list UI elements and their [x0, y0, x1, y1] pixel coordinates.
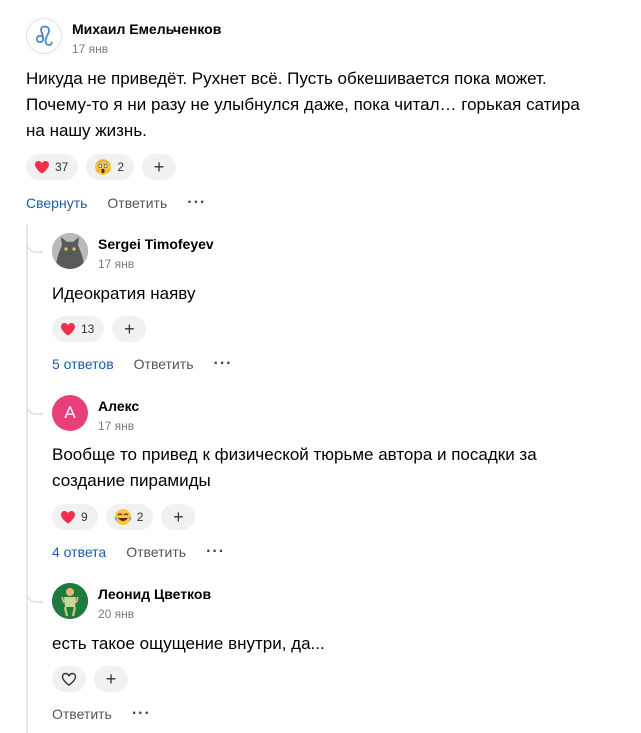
avatar[interactable] [52, 583, 88, 619]
reactions-bar: 9 2 + [52, 504, 196, 530]
figure-portrait-icon [52, 583, 88, 619]
comment-date: 17 янв [72, 42, 109, 56]
comment-author[interactable]: Михаил Емельченков [72, 20, 221, 38]
comments-page: Михаил Емельченков 17 янв Никуда не прив… [0, 0, 641, 733]
reply-button[interactable]: Ответить [134, 356, 194, 372]
comment-actions: 5 ответов Ответить ··· [52, 355, 232, 373]
comment-text: Никуда не приведёт. Рухнет всё. Пусть об… [26, 66, 626, 144]
comment-text-line: Почему-то я ни разу не улыбнулся даже, п… [26, 95, 580, 114]
comment-author[interactable]: Алекс [98, 397, 139, 415]
add-reaction-button[interactable]: + [161, 504, 196, 530]
comment-text-line: Вообще то привед к физической тюрьме авт… [52, 445, 537, 464]
more-options-button[interactable]: ··· [206, 543, 225, 561]
comment-date: 20 янв [98, 607, 135, 621]
comment-author[interactable]: Леонид Цветков [98, 585, 211, 603]
show-replies-button[interactable]: 5 ответов [52, 356, 114, 372]
reactions-bar: 37 2 + [26, 154, 177, 180]
thread-hook [26, 398, 43, 415]
avatar[interactable] [52, 233, 88, 269]
add-reaction-button[interactable]: + [112, 316, 147, 342]
avatar-letter: А [64, 403, 76, 422]
more-options-button[interactable]: ··· [214, 355, 233, 373]
add-reaction-button[interactable]: + [94, 666, 128, 692]
laugh-tears-face-icon [114, 509, 131, 525]
comment-actions: 4 ответа Ответить ··· [52, 543, 225, 561]
reply-button[interactable]: Ответить [52, 706, 112, 722]
comment-text-line: Идеократия наяву [52, 284, 196, 303]
avatar[interactable] [26, 18, 62, 54]
heart-icon [35, 161, 49, 174]
reaction-heart[interactable]: 9 [52, 504, 98, 530]
reactions-bar: 13 + [52, 316, 147, 342]
reaction-count: 2 [117, 160, 125, 174]
comment-alex: А Алекс 17 янв Вообще то привед к физиче… [52, 395, 612, 565]
reply-button[interactable]: Ответить [107, 195, 167, 211]
reaction-scream[interactable]: 2 [86, 154, 135, 180]
comment-mikhail: Михаил Емельченков 17 янв Никуда не прив… [26, 18, 626, 218]
comment-text-line: создание пирамиды [52, 471, 211, 490]
reaction-laugh[interactable]: 2 [105, 504, 154, 530]
comment-text-line: на нашу жизнь. [26, 121, 147, 140]
comment-text: Идеократия наяву [52, 281, 195, 307]
reaction-count: 2 [136, 510, 144, 524]
comment-text: Вообще то привед к физической тюрьме авт… [52, 442, 612, 494]
collapse-button[interactable]: Свернуть [26, 195, 87, 211]
comment-actions: Свернуть Ответить ··· [26, 194, 206, 212]
cat-photo-icon [52, 233, 88, 269]
comment-text-line: Никуда не приведёт. Рухнет всё. Пусть об… [26, 69, 547, 88]
scream-face-icon [95, 159, 112, 175]
reaction-heart[interactable]: 13 [52, 316, 105, 342]
comment-text: есть такое ощущение внутри, да... [52, 631, 325, 657]
comment-date: 17 янв [98, 419, 135, 433]
avatar[interactable]: А [52, 395, 88, 431]
comment-text-line: есть такое ощущение внутри, да... [52, 634, 325, 653]
heart-icon [61, 323, 75, 336]
comment-leonid: Леонид Цветков 20 янв есть такое ощущени… [52, 583, 612, 728]
heart-outline-icon [61, 672, 77, 686]
thread-hook [26, 236, 43, 253]
comment-sergei: Sergei Timofeyev 17 янв Идеократия наяву… [52, 233, 612, 378]
add-reaction-button[interactable]: + [142, 154, 177, 180]
thread-line [26, 225, 28, 733]
like-button[interactable] [52, 666, 86, 692]
show-replies-button[interactable]: 4 ответа [52, 544, 106, 560]
reaction-count: 13 [81, 322, 95, 336]
reaction-heart[interactable]: 37 [26, 154, 79, 180]
comment-actions: Ответить ··· [52, 705, 151, 723]
heart-icon [61, 511, 75, 524]
reaction-count: 9 [81, 510, 88, 524]
comment-author[interactable]: Sergei Timofeyev [98, 235, 214, 253]
leo-zodiac-icon [35, 25, 53, 46]
reactions-bar: + [52, 666, 128, 692]
more-options-button[interactable]: ··· [132, 705, 151, 723]
reaction-count: 37 [55, 160, 69, 174]
more-options-button[interactable]: ··· [187, 194, 206, 212]
comment-date: 17 янв [98, 257, 135, 271]
reply-button[interactable]: Ответить [126, 544, 186, 560]
thread-hook [26, 586, 43, 603]
